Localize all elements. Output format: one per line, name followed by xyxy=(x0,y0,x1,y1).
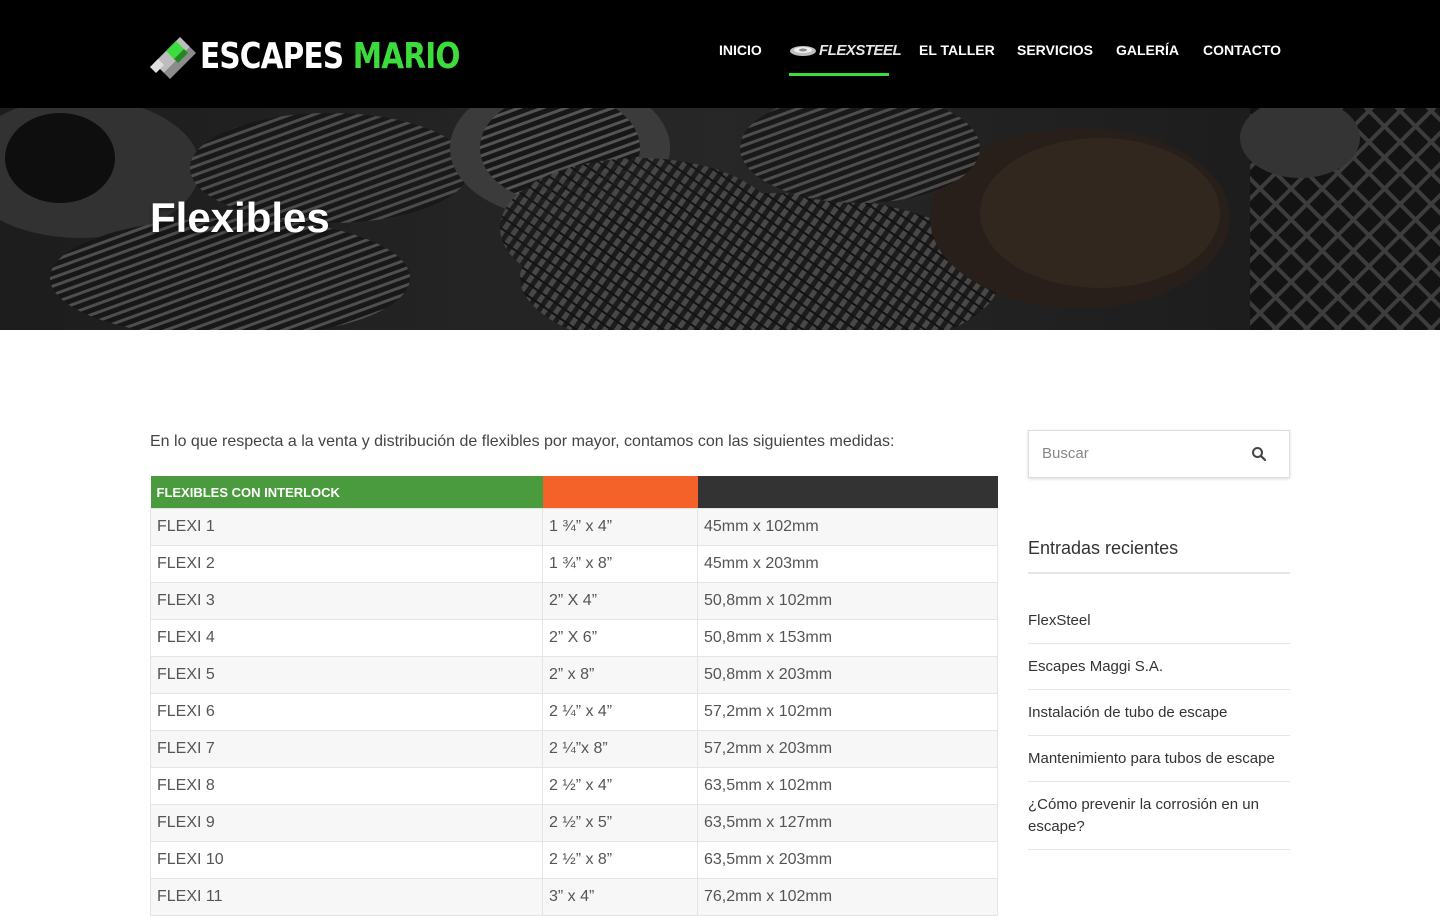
table-header-row: FLEXIBLES CON INTERLOCK xyxy=(150,476,998,509)
cell-model: FLEXI 6 xyxy=(150,693,543,731)
table-row: FLEXI 10 2 ½” x 8” 63,5mm x 203mm xyxy=(150,841,998,879)
nav-el-taller[interactable]: EL TALLER xyxy=(919,42,995,58)
table-row: FLEXI 4 2” X 6” 50,8mm x 153mm xyxy=(150,619,998,657)
cell-size-inches: 1 ¾” x 8” xyxy=(542,545,698,583)
cell-size-inches: 2 ½” x 8” xyxy=(542,841,698,879)
widget-divider xyxy=(1028,572,1290,574)
recent-posts-list: FlexSteel Escapes Maggi S.A. Instalación d… xyxy=(1028,598,1290,850)
nav-contacto[interactable]: CONTACTO xyxy=(1203,42,1281,58)
search-icon xyxy=(1252,447,1267,462)
recent-post-link[interactable]: FlexSteel xyxy=(1028,598,1290,644)
cell-size-mm: 50,8mm x 203mm xyxy=(697,656,998,694)
table-row: FLEXI 92 ½” x 5” 63,5mm x 127mm xyxy=(150,804,998,842)
cell-size-mm: 50,8mm x 102mm xyxy=(697,582,998,620)
cell-size-mm: 45mm x 102mm xyxy=(697,508,998,546)
table-row: FLEXI 11 3” x 4” 76,2mm x 102mm xyxy=(150,878,998,916)
cell-model: FLEXI 8 xyxy=(150,767,543,805)
nav-active-underline xyxy=(789,73,889,76)
cell-model: FLEXI 2 xyxy=(150,545,543,583)
cell-size-mm: 57,2mm x 203mm xyxy=(697,730,998,768)
table-row: FLEXI 62 ¼” x 4” 57,2mm x 102mm xyxy=(150,693,998,731)
cell-size-mm: 57,2mm x 102mm xyxy=(697,693,998,731)
nav-flexsteel[interactable]: FLEXSTEEL xyxy=(789,42,902,76)
cell-model: FLEXI 3 xyxy=(150,582,543,620)
cell-model: FLEXI 1 xyxy=(150,508,543,546)
cell-size-mm: 45mm x 203mm xyxy=(697,545,998,583)
hero-banner: Flexibles xyxy=(0,108,1440,330)
flexsteel-logo-icon xyxy=(790,46,816,56)
table-body: FLEXI 11 ¾” x 4” 45mm x 102mm FLEXI 21 ¾” … xyxy=(150,508,998,916)
table-header-inches xyxy=(542,476,698,509)
cell-size-inches: 2 ½” x 5” xyxy=(542,804,698,842)
recent-post-link[interactable]: Escapes Maggi S.A. xyxy=(1028,644,1290,690)
cell-size-inches: 2 ¼”x 8” xyxy=(542,730,698,768)
cell-size-inches: 2” X 6” xyxy=(542,619,698,657)
nav-servicios[interactable]: SERVICIOS xyxy=(1017,42,1093,58)
table-header-mm xyxy=(697,476,998,509)
table-row: FLEXI 5 2” x 8” 50,8mm x 203mm xyxy=(150,656,998,694)
recent-post-link[interactable]: ¿Cómo prevenir la corrosión en un escape… xyxy=(1028,782,1290,850)
cell-model: FLEXI 5 xyxy=(150,656,543,694)
site-header: ESCAPES MARIO INICIO FLEXSTEEL EL TALLER… xyxy=(0,0,1440,108)
cell-size-mm: 50,8mm x 153mm xyxy=(697,619,998,657)
cell-model: FLEXI 4 xyxy=(150,619,543,657)
cell-size-inches: 2 ¼” x 4” xyxy=(542,693,698,731)
intro-text: En lo que respecta a la venta y distribu… xyxy=(150,433,895,450)
cell-model: FLEXI 9 xyxy=(150,804,543,842)
cell-model: FLEXI 11 xyxy=(150,878,543,916)
nav-galeria[interactable]: GALERÍA xyxy=(1116,42,1179,58)
cell-model: FLEXI 7 xyxy=(150,730,543,768)
nav-flexsteel-label: FLEXSTEEL xyxy=(819,42,902,59)
recent-post-link[interactable]: Mantenimiento para tubos de escape xyxy=(1028,736,1290,782)
table-header-flexibles: FLEXIBLES CON INTERLOCK xyxy=(150,476,543,509)
table-row: FLEXI 82 ½” x 4” 63,5mm x 102mm xyxy=(150,767,998,805)
table-row: FLEXI 72 ¼”x 8” 57,2mm x 203mm xyxy=(150,730,998,768)
cell-size-inches: 1 ¾” x 4” xyxy=(542,508,698,546)
table-row: FLEXI 3 2” X 4” 50,8mm x 102mm xyxy=(150,582,998,620)
search-button[interactable] xyxy=(1251,446,1267,462)
recent-post-link[interactable]: Instalación de tubo de escape xyxy=(1028,690,1290,736)
table-row: FLEXI 21 ¾” x 8” 45mm x 203mm xyxy=(150,545,998,583)
search-input[interactable] xyxy=(1029,431,1242,475)
main-nav: INICIO FLEXSTEEL EL TALLER SERVICIOS GAL… xyxy=(0,42,1440,82)
cell-model: FLEXI 10 xyxy=(150,841,543,879)
cell-size-mm: 63,5mm x 102mm xyxy=(697,767,998,805)
search-box xyxy=(1028,430,1290,478)
cell-size-mm: 76,2mm x 102mm xyxy=(697,878,998,916)
page-title: Flexibles xyxy=(150,194,330,241)
cell-size-inches: 2 ½” x 4” xyxy=(542,767,698,805)
table-row: FLEXI 11 ¾” x 4” 45mm x 102mm xyxy=(150,508,998,546)
recent-posts-title: Entradas recientes xyxy=(1028,538,1179,558)
flexibles-table: FLEXIBLES CON INTERLOCK FLEXI 11 ¾” x 4”… xyxy=(150,476,998,916)
cell-size-inches: 3” x 4” xyxy=(542,878,698,916)
cell-size-inches: 2” x 8” xyxy=(542,656,698,694)
cell-size-inches: 2” X 4” xyxy=(542,582,698,620)
nav-inicio[interactable]: INICIO xyxy=(719,42,762,58)
cell-size-mm: 63,5mm x 127mm xyxy=(697,804,998,842)
cell-size-mm: 63,5mm x 203mm xyxy=(697,841,998,879)
